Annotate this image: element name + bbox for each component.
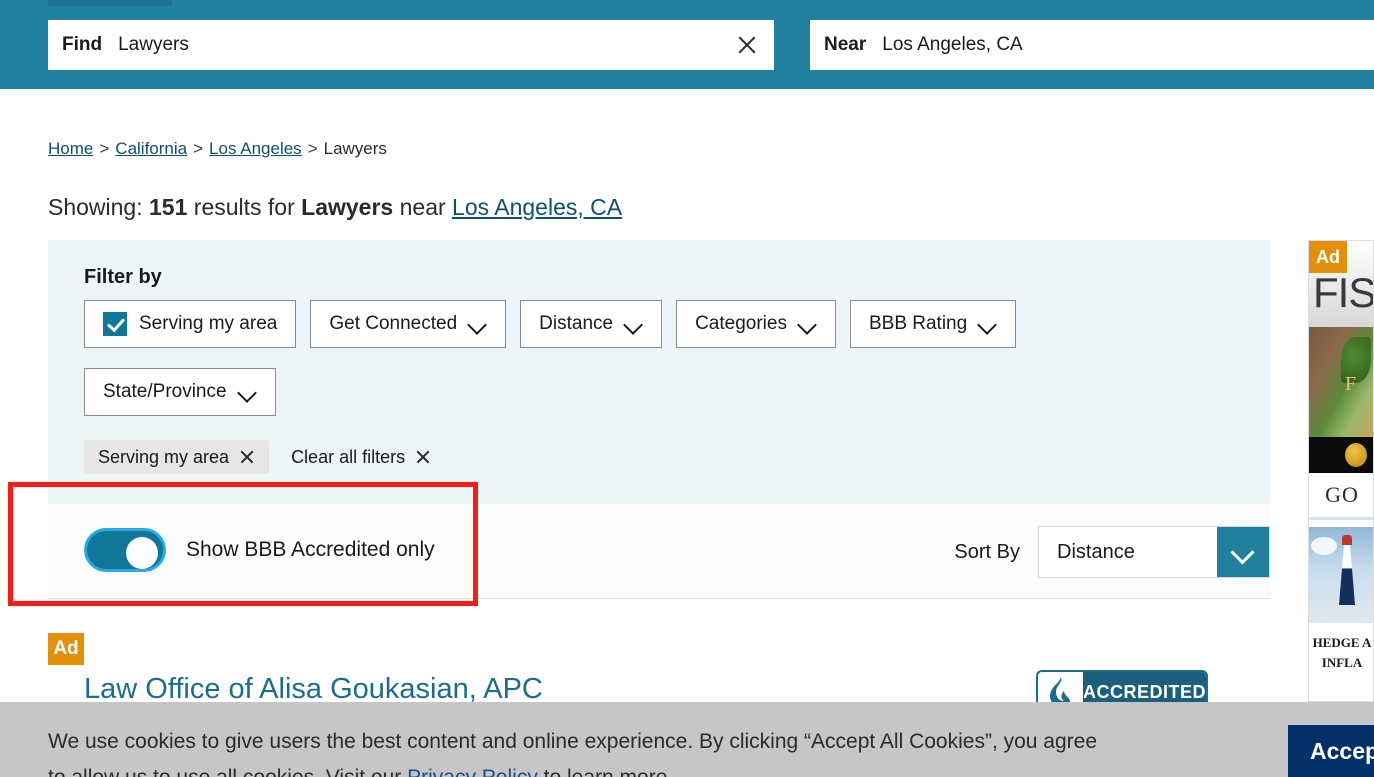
ad-headline-text: FIS <box>1313 269 1374 316</box>
close-icon[interactable] <box>239 449 255 465</box>
header-tab-indicator <box>48 0 172 6</box>
ad-badge: Ad <box>1309 241 1347 273</box>
chevron-down-icon <box>979 315 997 333</box>
ad-badge: Ad <box>48 633 84 665</box>
filter-label: State/Province <box>103 381 227 402</box>
clear-all-filters-button[interactable]: Clear all filters <box>291 447 431 468</box>
page-root: Find Lawyers Near Los Angeles, CA Home > C… <box>0 0 1374 777</box>
filter-label: Get Connected <box>329 313 458 334</box>
lighthouse-icon <box>1339 543 1355 605</box>
chevron-down-icon[interactable] <box>1217 527 1269 577</box>
near-input[interactable]: Los Angeles, CA <box>882 34 1374 56</box>
near-search-box[interactable]: Near Los Angeles, CA <box>810 20 1374 70</box>
breadcrumb-separator: > <box>193 139 204 158</box>
cookie-consent-text: We use cookies to give users the best co… <box>48 724 1248 777</box>
toggle-knob <box>126 537 158 569</box>
filter-state-province[interactable]: State/Province <box>84 368 276 416</box>
breadcrumb: Home > California > Los Angeles > Lawyers <box>48 139 387 159</box>
sort-by-select[interactable]: Distance <box>1038 526 1270 578</box>
coin-icon <box>1345 443 1367 467</box>
filter-get-connected[interactable]: Get Connected <box>310 300 507 348</box>
cookie-line-2-b: to learn more. <box>538 766 674 777</box>
privacy-policy-link[interactable]: Privacy Policy <box>407 766 538 777</box>
filter-bbb-rating[interactable]: BBB Rating <box>849 300 1017 348</box>
sort-by-value: Distance <box>1057 540 1135 563</box>
cloud-icon <box>1311 537 1337 555</box>
find-input[interactable]: Lawyers <box>118 34 734 56</box>
toggle-switch-icon[interactable] <box>84 528 166 572</box>
showing-term: Lawyers <box>301 194 394 220</box>
clear-all-label: Clear all filters <box>291 446 406 467</box>
showing-count: 151 <box>149 194 188 220</box>
chip-serving-my-area[interactable]: Serving my area <box>84 440 270 474</box>
filter-categories[interactable]: Categories <box>676 300 836 348</box>
breadcrumb-separator: > <box>307 139 318 158</box>
sort-bar: Show BBB Accredited only Sort By Distanc… <box>48 504 1270 599</box>
breadcrumb-item-california[interactable]: California <box>115 139 187 158</box>
breadcrumb-item-los-angeles[interactable]: Los Angeles <box>209 139 302 158</box>
checkbox-checked-icon[interactable] <box>103 312 127 336</box>
chip-label: Serving my area <box>98 446 230 467</box>
filter-label: Distance <box>539 313 614 334</box>
close-icon <box>415 449 431 465</box>
showing-middle: results for <box>193 194 295 220</box>
filter-row-primary: Serving my area Get Connected Distance C… <box>84 300 1017 348</box>
lighthouse-cap-icon <box>1342 535 1352 545</box>
accept-all-cookies-button[interactable]: Accept <box>1288 725 1374 777</box>
ad-bottom-text-block: HEDGE A INFLA <box>1309 623 1373 695</box>
chevron-down-icon <box>799 315 817 333</box>
breadcrumb-separator: > <box>99 139 110 158</box>
ad-dark-strip <box>1309 437 1373 473</box>
showing-location-link[interactable]: Los Angeles, CA <box>452 194 622 220</box>
sort-by-label: Sort By <box>954 540 1020 563</box>
ad-tree-image: F <box>1309 327 1373 437</box>
filter-panel: Filter by Serving my area Get Connected … <box>48 240 1270 504</box>
active-filter-chips: Serving my area Clear all filters <box>84 440 431 474</box>
filter-label: BBB Rating <box>868 313 968 334</box>
ad-sidebar[interactable]: FIS Ad F GO HEDGE A INFLA <box>1308 240 1374 702</box>
chevron-down-icon <box>239 383 257 401</box>
ad-bottom-line-1: HEDGE A <box>1312 635 1372 650</box>
search-fields: Find Lawyers Near Los Angeles, CA <box>0 20 1374 70</box>
ad-tree-text: F <box>1345 373 1357 395</box>
results-summary: Showing: 151 results for Lawyers near Lo… <box>48 194 622 221</box>
filter-label: Categories <box>695 313 787 334</box>
filter-distance[interactable]: Distance <box>520 300 663 348</box>
ad-mid-text-block: GO <box>1309 473 1373 517</box>
cookie-line-1: We use cookies to give users the best co… <box>48 730 1098 753</box>
ad-bottom-line-2: INFLA <box>1321 655 1363 670</box>
cookie-consent-banner: We use cookies to give users the best co… <box>0 702 1374 777</box>
chevron-down-icon <box>469 315 487 333</box>
filter-label: Serving my area <box>139 313 278 334</box>
filter-panel-title: Filter by <box>84 266 162 288</box>
cookie-line-2-a: to allow us to use all cookies. Visit ou… <box>48 766 407 777</box>
filter-row-secondary: State/Province <box>84 368 276 416</box>
chevron-down-icon <box>625 315 643 333</box>
toggle-label: Show BBB Accredited only <box>186 538 435 561</box>
ad-mid-text: GO <box>1325 482 1359 507</box>
showing-prefix: Showing: <box>48 194 143 220</box>
close-icon[interactable] <box>734 32 760 58</box>
find-search-box[interactable]: Find Lawyers <box>48 20 774 70</box>
ad-divider <box>1309 517 1373 520</box>
filter-serving-my-area[interactable]: Serving my area <box>84 300 297 348</box>
bbb-accredited-toggle[interactable]: Show BBB Accredited only <box>84 528 435 572</box>
search-header: Find Lawyers Near Los Angeles, CA <box>0 0 1374 89</box>
find-label: Find <box>62 34 103 55</box>
near-label: Near <box>824 34 867 55</box>
sort-by-control: Sort By Distance <box>954 526 1270 578</box>
breadcrumb-item-home[interactable]: Home <box>48 139 93 158</box>
ad-lighthouse-image <box>1309 527 1373 623</box>
breadcrumb-item-lawyers: Lawyers <box>323 139 387 158</box>
showing-near-word: near <box>399 194 446 220</box>
